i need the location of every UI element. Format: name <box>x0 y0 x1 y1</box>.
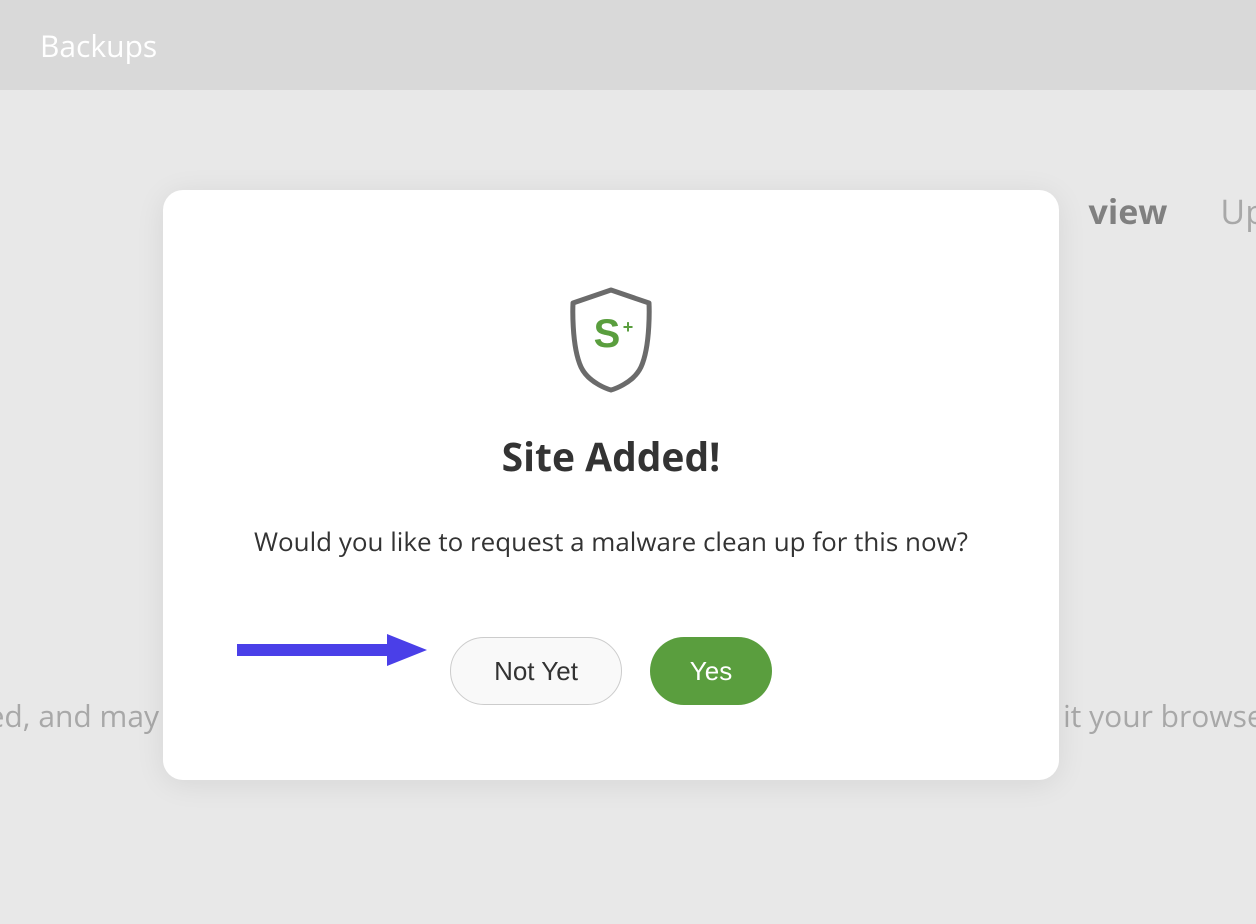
not-yet-button[interactable]: Not Yet <box>450 637 622 705</box>
header-bar: Backups <box>0 0 1256 90</box>
svg-text:+: + <box>623 317 634 337</box>
site-added-modal: S + Site Added! Would you like to reques… <box>163 190 1059 780</box>
page-title: Backups <box>40 25 157 66</box>
modal-title: Site Added! <box>502 430 721 483</box>
modal-subtitle: Would you like to request a malware clea… <box>254 523 968 559</box>
yes-button[interactable]: Yes <box>650 637 772 705</box>
svg-text:S: S <box>594 312 621 356</box>
button-row: Not Yet Yes <box>450 637 772 705</box>
background-tab-text: view Up <box>1088 188 1256 234</box>
shield-icon: S + <box>561 285 661 395</box>
